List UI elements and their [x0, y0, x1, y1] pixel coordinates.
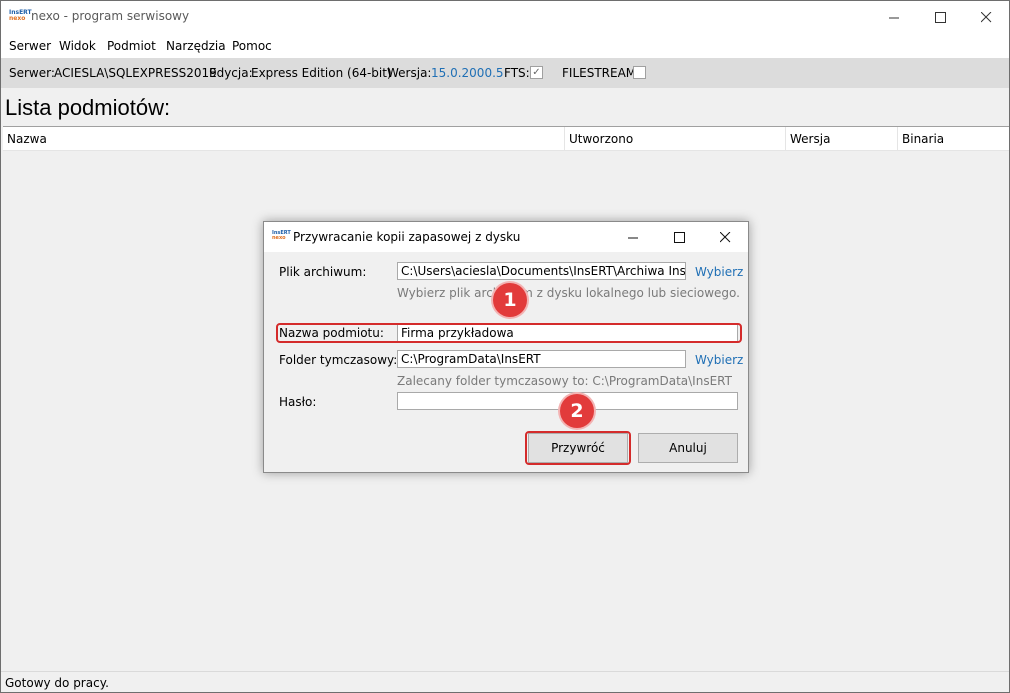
status-text: Gotowy do pracy.	[5, 676, 109, 690]
archive-hint: Wybierz plik archiwum z dysku lokalnego …	[397, 286, 740, 300]
archive-browse-link[interactable]: Wybierz	[695, 265, 743, 279]
temp-folder-browse-link[interactable]: Wybierz	[695, 353, 743, 367]
restore-button-highlight	[525, 431, 631, 465]
menu-pomoc[interactable]: Pomoc	[232, 39, 272, 53]
menu-widok[interactable]: Widok	[59, 39, 96, 53]
dialog-minimize-button[interactable]	[610, 222, 656, 252]
column-header-wersja[interactable]: Wersja	[786, 127, 898, 151]
fts-label: FTS:	[504, 66, 530, 80]
temp-folder-label: Folder tymczasowy:	[279, 353, 398, 367]
archive-label: Plik archiwum:	[279, 265, 367, 279]
menu-narzedzia[interactable]: Narzędzia	[166, 39, 226, 53]
title-bar: InsERT nexo nexo - program serwisowy	[1, 1, 1009, 33]
window-title: nexo - program serwisowy	[31, 9, 190, 23]
restore-backup-dialog: InsERT nexo Przywracanie kopii zapasowej…	[263, 221, 749, 473]
fts-checkbox: ✓	[530, 66, 543, 79]
server-label: Serwer:	[9, 66, 55, 80]
dialog-title: Przywracanie kopii zapasowej z dysku	[293, 230, 521, 244]
version-value: 15.0.2000.5	[431, 66, 504, 80]
list-header: Nazwa Utworzono Wersja Binaria	[3, 127, 1009, 151]
dialog-title-bar: InsERT nexo Przywracanie kopii zapasowej…	[264, 222, 748, 252]
server-value: ACIESLA\SQLEXPRESS2019	[54, 66, 217, 80]
step-1-badge: 1	[493, 283, 527, 317]
close-icon	[980, 11, 991, 22]
menu-podmiot[interactable]: Podmiot	[107, 39, 156, 53]
step-2-badge: 2	[560, 394, 594, 428]
menu-bar: Serwer Widok Podmiot Narzędzia Pomoc	[1, 33, 1009, 58]
minimize-button[interactable]	[871, 1, 917, 33]
server-info-bar: Serwer: ACIESLA\SQLEXPRESS2019 Edycja: E…	[1, 58, 1009, 88]
column-header-utworzono[interactable]: Utworzono	[565, 127, 786, 151]
temp-folder-input[interactable]: C:\ProgramData\InsERT	[397, 350, 686, 368]
filestream-checkbox	[633, 66, 646, 79]
close-button[interactable]	[963, 1, 1009, 33]
maximize-icon	[673, 231, 685, 243]
version-label: Wersja:	[387, 66, 432, 80]
dialog-maximize-button[interactable]	[656, 222, 702, 252]
archive-path-input[interactable]: C:\Users\aciesla\Documents\InsERT\Archiw…	[397, 262, 686, 280]
filestream-label: FILESTREAM:	[562, 66, 641, 80]
dialog-app-logo: InsERT nexo	[272, 230, 291, 241]
main-window: InsERT nexo nexo - program serwisowy Ser…	[0, 0, 1010, 693]
maximize-icon	[934, 11, 946, 23]
minimize-icon	[888, 17, 899, 18]
close-icon	[719, 231, 730, 242]
column-header-nazwa[interactable]: Nazwa	[3, 127, 565, 151]
dialog-close-button[interactable]	[702, 222, 748, 252]
entity-name-highlight	[276, 323, 742, 343]
edition-label: Edycja:	[209, 66, 253, 80]
temp-folder-hint: Zalecany folder tymczasowy to: C:\Progra…	[397, 374, 732, 388]
cancel-button[interactable]: Anuluj	[638, 433, 738, 463]
menu-serwer[interactable]: Serwer	[9, 39, 51, 53]
edition-value: Express Edition (64-bit)	[251, 66, 392, 80]
app-logo: InsERT nexo	[9, 9, 32, 22]
password-label: Hasło:	[279, 395, 317, 409]
maximize-button[interactable]	[917, 1, 963, 33]
column-header-binaria[interactable]: Binaria	[898, 127, 1009, 151]
minimize-icon	[627, 237, 638, 238]
status-bar: Gotowy do pracy.	[1, 671, 1009, 692]
page-title: Lista podmiotów:	[5, 95, 171, 120]
